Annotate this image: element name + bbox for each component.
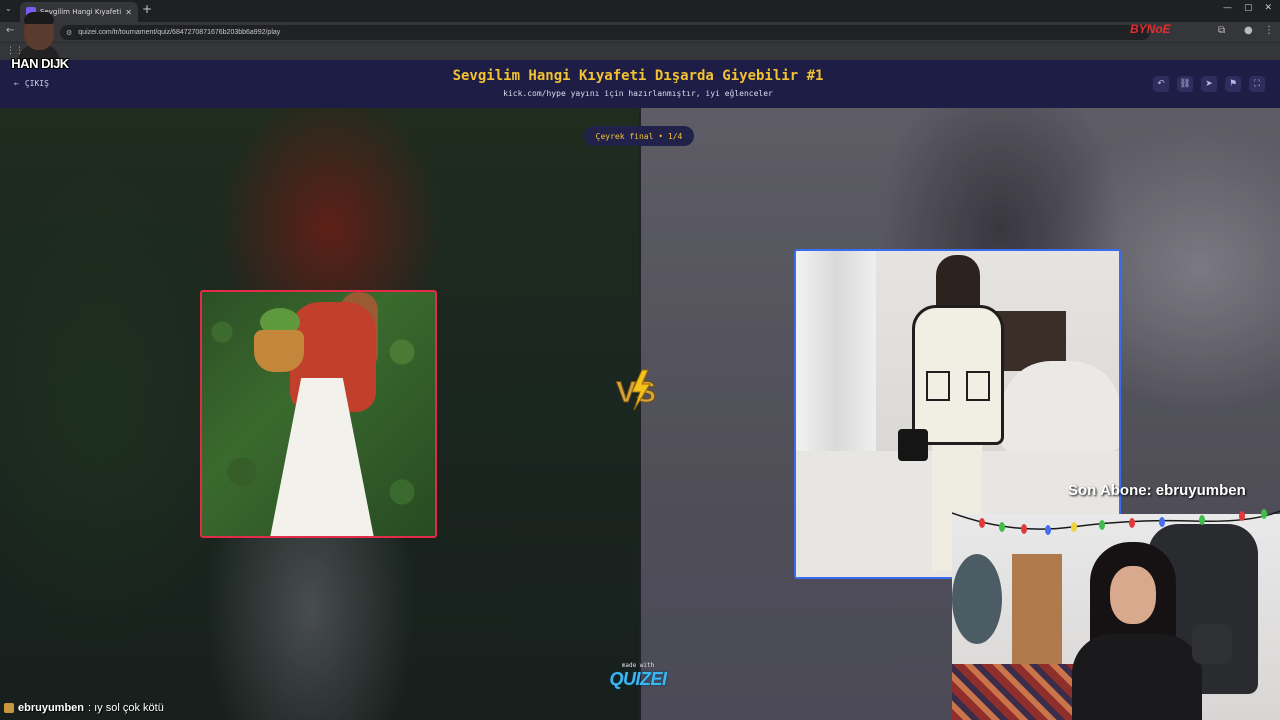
fullscreen-icon: ⛶ [1253, 79, 1261, 89]
chat-badge-icon [4, 703, 14, 713]
right-photo-pocket [966, 371, 990, 401]
light-bulb [1199, 515, 1205, 525]
light-bulb [1099, 520, 1105, 530]
send-icon: ➤ [1205, 79, 1213, 89]
light-bulb [999, 522, 1005, 532]
light-bulb [1071, 522, 1077, 532]
center-divider [639, 108, 641, 720]
latest-subscriber-label: Son Abone: ebruyumben [1068, 482, 1246, 499]
address-bar: ← ⚙ quizei.com/tr/tournament/quiz/684727… [0, 22, 1280, 42]
chat-text: : ıy sol çok kötü [88, 702, 164, 714]
chat-username: ebruyumben [18, 702, 85, 714]
browser-tab-bar: ⌄ Sevgilim Hangi Kıyafeti Dışarda... ✕ +… [0, 0, 1280, 22]
maximize-icon[interactable]: ▢ [1244, 3, 1253, 13]
webcam-streamer-body [1072, 634, 1202, 720]
report-button[interactable]: ⚑ [1225, 76, 1241, 92]
logo-hair [24, 12, 54, 24]
tab-close-icon[interactable]: ✕ [125, 8, 132, 17]
link-icon: ⛓ [1179, 79, 1191, 89]
link-button[interactable]: ⛓ [1177, 76, 1193, 92]
url-field[interactable]: ⚙ quizei.com/tr/tournament/quiz/68472708… [60, 25, 1150, 40]
minimize-icon[interactable]: — [1223, 3, 1232, 13]
bookmarks-bar: ⋮⋮ [0, 42, 1280, 60]
vs-lightning-icon: VS [616, 369, 657, 411]
profile-icon[interactable]: ● [1244, 25, 1253, 36]
flag-icon: ⚑ [1228, 79, 1238, 89]
right-photo-handbag [898, 429, 928, 461]
undo-button[interactable]: ↶ [1153, 76, 1169, 92]
screen: ⌄ Sevgilim Hangi Kıyafeti Dışarda... ✕ +… [0, 0, 1280, 720]
webcam-microphone [1192, 624, 1232, 664]
light-bulb [979, 518, 985, 528]
fullscreen-button[interactable]: ⛶ [1249, 76, 1265, 92]
share-button[interactable]: ➤ [1201, 76, 1217, 92]
quiz-subtitle: kick.com/hype yayını için hazırlanmıştır… [503, 89, 773, 98]
webcam-shelf [1012, 554, 1062, 664]
light-bulb [1045, 525, 1051, 535]
new-tab-icon[interactable]: + [142, 2, 152, 16]
left-photo-pot [254, 330, 304, 372]
light-bulb [1159, 517, 1165, 527]
webcam-streamer-face [1110, 566, 1156, 624]
made-with-badge[interactable]: made with QUIZEI [606, 662, 670, 690]
webcam-rug [952, 664, 1082, 720]
menu-icon[interactable]: ⋮ [1264, 25, 1274, 36]
extensions-icon[interactable]: ⧉ [1218, 25, 1225, 36]
logo-name: HAN DIJK [11, 56, 69, 71]
url-text: quizei.com/tr/tournament/quiz/6847270871… [78, 29, 281, 36]
quizei-logo: QUIZEI [609, 669, 667, 689]
right-photo-armchair [1001, 361, 1119, 451]
round-badge: Çeyrek final • 1/4 [584, 126, 694, 146]
light-bulb [1021, 524, 1027, 534]
overlay-brand: BYNoE [1130, 22, 1171, 36]
made-with-label: made with [621, 662, 655, 669]
quiz-title: Sevgilim Hangi Kıyafeti Dışarda Giyebili… [452, 68, 824, 84]
quiz-header: ← ÇIKIŞ Sevgilim Hangi Kıyafeti Dışarda … [0, 60, 1280, 108]
light-bulb [1261, 509, 1267, 519]
streamer-logo: HAN DIJK [8, 12, 70, 74]
light-bulb [1239, 511, 1245, 521]
chat-message: ebruyumben : ıy sol çok kötü [4, 702, 164, 714]
webcam-plant [952, 554, 1002, 644]
string-lights [952, 509, 1280, 535]
close-window-icon[interactable]: ✕ [1264, 3, 1272, 13]
undo-icon: ↶ [1157, 79, 1165, 89]
right-photo-pocket [926, 371, 950, 401]
window-controls: — ▢ ✕ [1223, 3, 1272, 13]
option-left-card[interactable] [200, 290, 437, 538]
light-bulb [1129, 518, 1135, 528]
